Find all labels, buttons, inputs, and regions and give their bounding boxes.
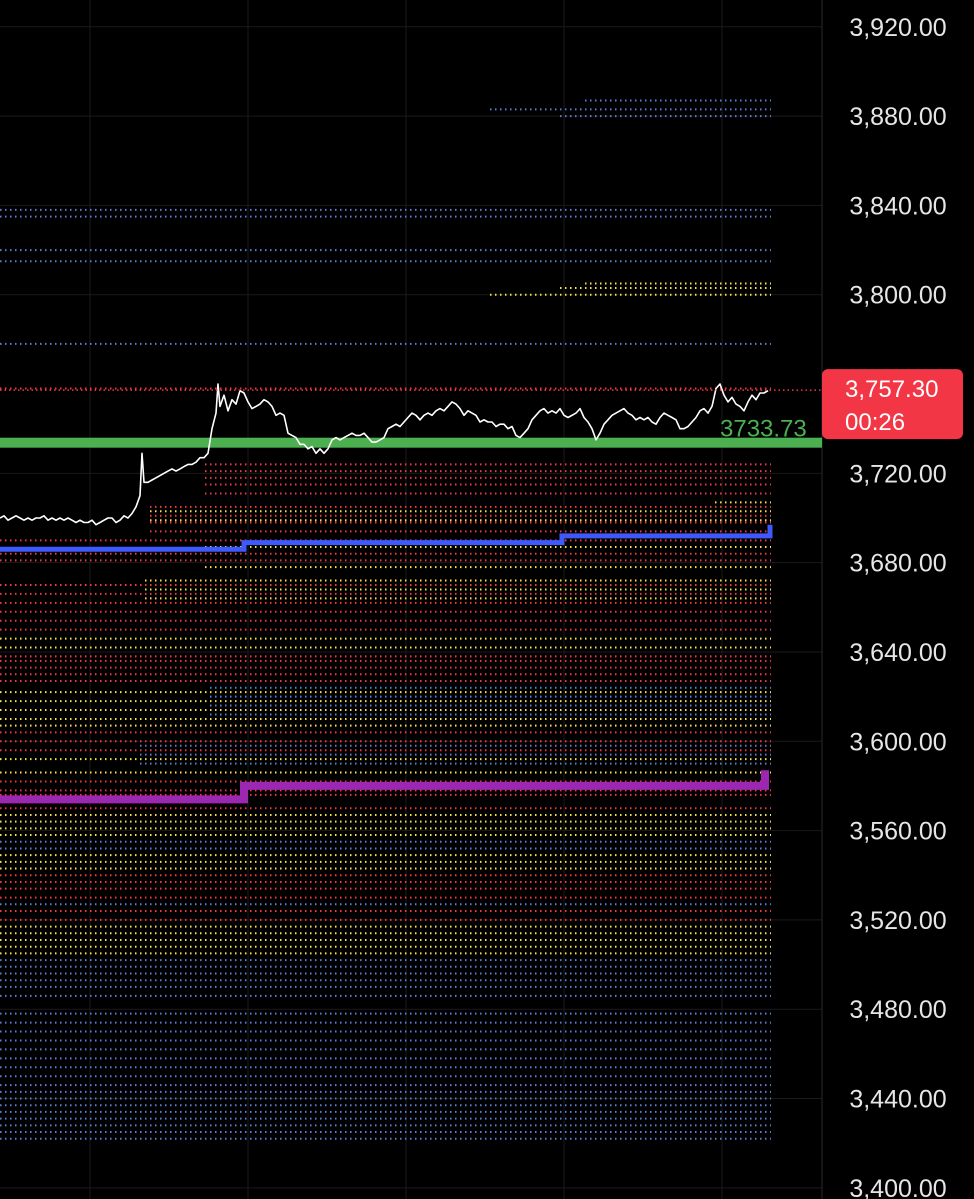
y-tick-label: 3,680.00 [849, 550, 946, 578]
price-series [0, 383, 822, 526]
y-tick-label: 3,560.00 [849, 818, 946, 846]
y-tick-label: 3,600.00 [849, 728, 946, 756]
grid [0, 0, 823, 1199]
step-line [0, 524, 773, 552]
y-tick-label: 3,400.00 [849, 1175, 946, 1199]
price-line [0, 383, 769, 526]
level-bands [0, 99, 771, 1140]
step-lines [0, 524, 773, 804]
marker-line [0, 437, 822, 448]
y-tick-label: 3,520.00 [849, 907, 946, 935]
y-tick-label: 3,440.00 [849, 1086, 946, 1114]
y-tick-label: 3,720.00 [849, 460, 946, 488]
y-tick-label: 3,800.00 [849, 282, 946, 310]
price-chart[interactable]: 3,920.00 3,880.00 3,840.00 3,800.00 3,720.00… [0, 0, 974, 1199]
y-tick-label: 3,920.00 [849, 14, 946, 42]
countdown-label: 00:26 [845, 409, 905, 436]
marker-value-label: 3733.73 [720, 416, 807, 443]
marker-line-group [0, 437, 822, 448]
price-axis[interactable]: 3,920.00 3,880.00 3,840.00 3,800.00 3,720.00… [849, 14, 946, 1199]
price-labels: 3,757.30 00:26 3733.73 [720, 369, 963, 443]
y-tick-label: 3,480.00 [849, 996, 946, 1024]
last-price-label: 3,757.30 [845, 376, 938, 403]
chart-canvas[interactable]: 3,920.00 3,880.00 3,840.00 3,800.00 3,720.00… [0, 0, 974, 1199]
y-tick-label: 3,640.00 [849, 639, 946, 667]
y-tick-label: 3,840.00 [849, 192, 946, 220]
y-tick-label: 3,880.00 [849, 103, 946, 131]
